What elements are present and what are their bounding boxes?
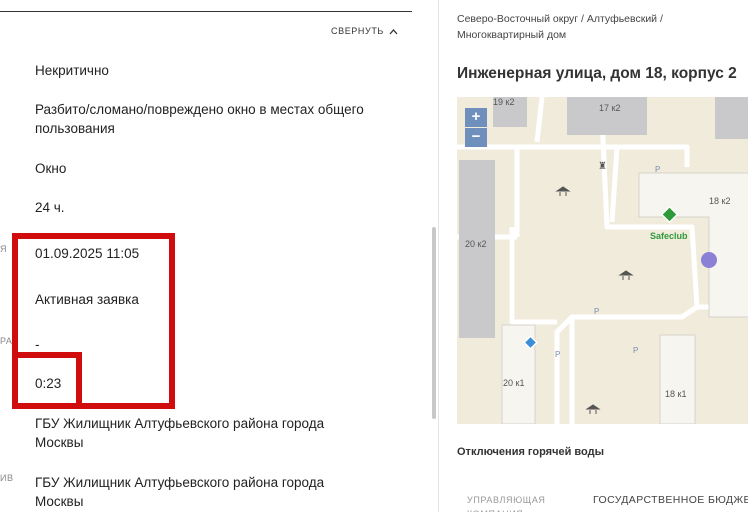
object-value: Окно — [35, 161, 67, 176]
map-label: 20 к1 — [503, 378, 524, 388]
top-divider — [0, 11, 412, 12]
breadcrumb-line: Северо-Восточный округ / Алтуфьевский / — [457, 13, 663, 25]
map-label: 18 к2 — [709, 196, 730, 206]
map-label: 17 к2 — [599, 103, 620, 113]
map-canvas[interactable]: 19 к2 17 к2 18 к2 20 к2 20 к1 18 к1 P P … — [457, 97, 748, 424]
breadcrumb-line: Многоквартирный дом — [457, 29, 567, 41]
description-value: Разбито/сломано/повреждено окно в местах… — [35, 102, 364, 136]
hot-water-outages-title: Отключения горячей воды — [457, 446, 604, 458]
parking-icon: P — [633, 346, 638, 355]
safeclub-label: Safeclub — [650, 231, 688, 241]
deadline-value: 24 ч. — [35, 200, 65, 215]
map-label: 18 к1 — [665, 389, 686, 399]
management-company-value: ГОСУДАРСТВЕННОЕ БЮДЖЕТ — [593, 494, 748, 506]
poi-marker[interactable] — [701, 252, 717, 268]
highlight-box-small — [12, 352, 82, 409]
building — [459, 160, 495, 338]
collapse-label: СВЕРНУТЬ — [331, 26, 384, 36]
bin-icon: ♜ — [598, 161, 607, 172]
right-panel: Северо-Восточный округ / Алтуфьевский / … — [439, 0, 748, 512]
label-fragment: Я — [0, 244, 7, 254]
organization-value: ГБУ Жилищник Алтуфьевского района города… — [35, 416, 325, 450]
label-fragment: ИВ — [0, 473, 14, 483]
zoom-in-button[interactable]: + — [465, 108, 487, 127]
breadcrumb: Северо-Восточный округ / Алтуфьевский / … — [457, 11, 737, 43]
map-label: 19 к2 — [493, 97, 514, 107]
parking-icon: P — [655, 165, 660, 174]
playground-icon — [555, 186, 634, 414]
criticality-value: Некритично — [35, 63, 109, 78]
executor-value: ГБУ Жилищник Алтуфьевского района города… — [35, 475, 325, 509]
scrollbar[interactable] — [432, 227, 436, 419]
map-label: 20 к2 — [465, 239, 486, 249]
chevron-up-icon — [389, 28, 398, 34]
parking-icon: P — [555, 350, 560, 359]
address-title: Инженерная улица, дом 18, корпус 2 — [457, 65, 737, 82]
collapse-button[interactable]: СВЕРНУТЬ — [331, 26, 398, 36]
left-panel: СВЕРНУТЬ Некритично Разбито/сломано/повр… — [0, 0, 438, 512]
parking-icon: P — [594, 307, 599, 316]
map[interactable]: 19 к2 17 к2 18 к2 20 к2 20 к1 18 к1 P P … — [457, 97, 748, 424]
zoom-out-button[interactable]: − — [465, 128, 487, 147]
management-company-label: УПРАВЛЯЮЩАЯ КОМПАНИЯ — [467, 495, 546, 512]
building — [659, 334, 696, 424]
building — [715, 97, 748, 139]
